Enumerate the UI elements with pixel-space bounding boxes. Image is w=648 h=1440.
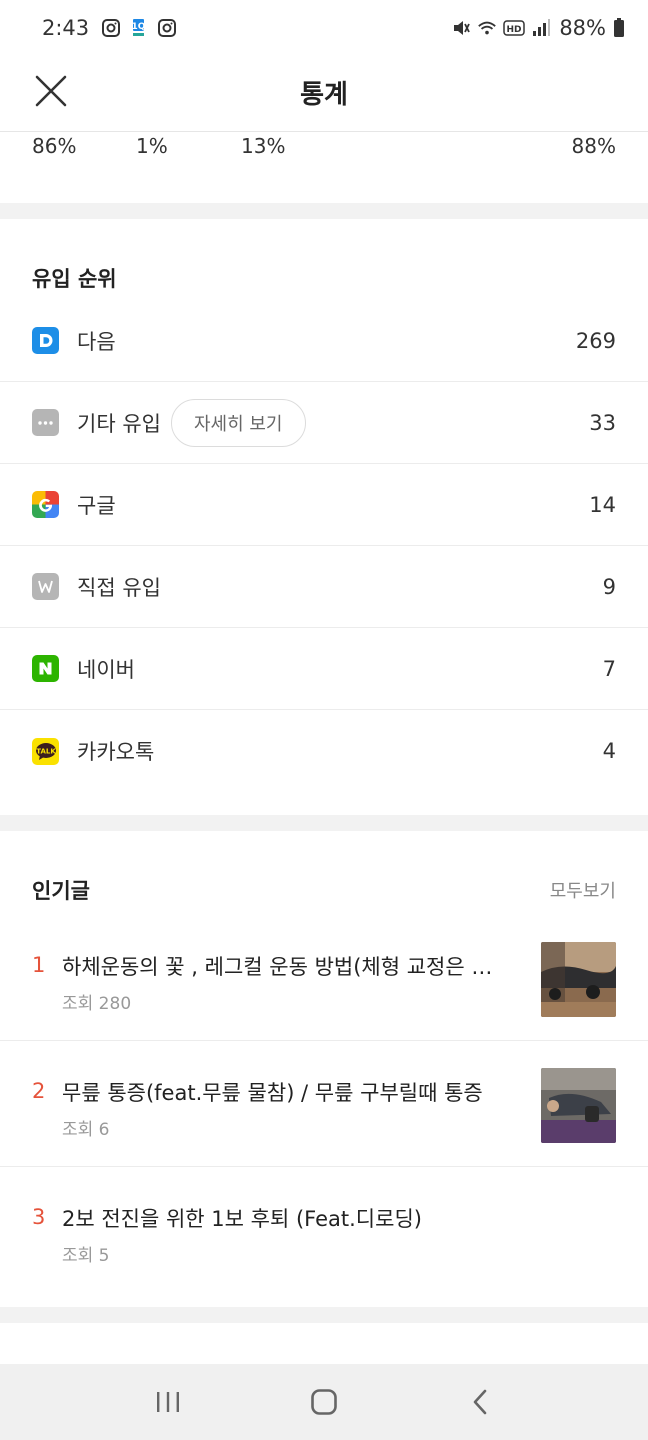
inflow-item-direct[interactable]: 직접 유입 9	[0, 546, 648, 628]
naver-icon	[32, 655, 59, 682]
stat-value: 1%	[136, 134, 168, 158]
inflow-count: 7	[602, 656, 616, 681]
stat-values-row: 86% 1% 13% 88%	[0, 132, 648, 202]
inflow-source-label: 직접 유입	[77, 575, 161, 600]
inflow-source-label: 구글	[77, 493, 116, 518]
post-title[interactable]: 하체운동의 꽃 , 레그컬 운동 방법(체형 교정은 …	[62, 951, 512, 981]
post-title[interactable]: 무릎 통증(feat.무릎 물참) / 무릎 구부릴때 통증	[62, 1077, 512, 1107]
inflow-list: 다음 269 기타 유입 자세히 보기 33 구글 14 직접 유입 9 네이버…	[0, 300, 648, 792]
inflow-count: 269	[575, 328, 616, 353]
more-icon	[32, 409, 59, 436]
see-all-link[interactable]: 모두보기	[550, 877, 616, 903]
home-button[interactable]	[294, 1372, 354, 1432]
inflow-count: 33	[589, 410, 616, 435]
inflow-count: 9	[602, 574, 616, 599]
signal-icon	[531, 18, 551, 38]
stat-value: 13%	[241, 134, 286, 158]
inflow-item-google[interactable]: 구글 14	[0, 464, 648, 546]
instagram-icon	[101, 18, 121, 38]
stat-value: 86%	[32, 134, 77, 158]
page-title: 통계	[300, 80, 348, 110]
battery-level: 88%	[559, 16, 606, 40]
svg-text:TALK: TALK	[36, 747, 56, 755]
inflow-item-daum[interactable]: 다음 269	[0, 300, 648, 382]
hd-icon: HD	[503, 18, 526, 38]
recent-apps-icon	[157, 1392, 179, 1412]
stat-value: 88%	[571, 134, 616, 158]
section-divider	[0, 1307, 648, 1323]
battery-icon	[612, 18, 626, 38]
post-views: 조회 280	[62, 994, 132, 1014]
recent-apps-button[interactable]	[138, 1372, 198, 1432]
inflow-section-title: 유입 순위	[32, 267, 117, 291]
mute-icon	[451, 18, 471, 38]
direct-icon	[32, 573, 59, 600]
status-bar: 2:43 1Q HD 88%	[0, 0, 648, 56]
post-rank: 3	[32, 1205, 46, 1229]
post-item[interactable]: 1 하체운동의 꽃 , 레그컬 운동 방법(체형 교정은 … 조회 280	[0, 915, 648, 1041]
inflow-item-kakaotalk[interactable]: TALK 카카오톡 4	[0, 710, 648, 792]
wifi-icon	[477, 18, 497, 38]
home-icon	[311, 1389, 337, 1415]
svg-text:HD: HD	[507, 25, 522, 35]
popular-section-title: 인기글	[32, 879, 90, 903]
inflow-item-naver[interactable]: 네이버 7	[0, 628, 648, 710]
inflow-source-label: 다음	[77, 329, 116, 354]
daum-icon	[32, 327, 59, 354]
app-header: 통계	[0, 56, 648, 132]
post-item[interactable]: 2 무릎 통증(feat.무릎 물참) / 무릎 구부릴때 통증 조회 6	[0, 1041, 648, 1167]
section-divider	[0, 203, 648, 219]
popular-post-list: 1 하체운동의 꽃 , 레그컬 운동 방법(체형 교정은 … 조회 280 2 …	[0, 915, 648, 1293]
inflow-item-other[interactable]: 기타 유입 자세히 보기 33	[0, 382, 648, 464]
post-views: 조회 5	[62, 1246, 110, 1266]
back-icon	[473, 1389, 487, 1415]
instagram-icon	[157, 18, 177, 38]
post-rank: 1	[32, 953, 46, 977]
post-item[interactable]: 3 2보 전진을 위한 1보 후퇴 (Feat.디로딩) 조회 5	[0, 1167, 648, 1293]
post-views: 조회 6	[62, 1120, 110, 1140]
inflow-source-label: 네이버	[77, 657, 135, 682]
view-details-button[interactable]: 자세히 보기	[170, 398, 306, 447]
inflow-count: 14	[589, 492, 616, 517]
app-badge-icon: 1Q	[129, 18, 149, 38]
post-thumbnail[interactable]	[541, 1068, 616, 1143]
svg-text:1Q: 1Q	[132, 22, 146, 32]
post-thumbnail[interactable]	[541, 942, 616, 1017]
inflow-count: 4	[602, 739, 616, 763]
post-rank: 2	[32, 1079, 46, 1103]
google-icon	[32, 491, 59, 518]
post-title[interactable]: 2보 전진을 위한 1보 후퇴 (Feat.디로딩)	[62, 1203, 512, 1233]
inflow-source-label: 기타 유입	[77, 411, 161, 436]
section-divider	[0, 815, 648, 831]
status-time: 2:43	[42, 16, 90, 40]
system-nav-bar	[0, 1364, 648, 1440]
back-button[interactable]	[450, 1372, 510, 1432]
kakaotalk-icon: TALK	[32, 737, 59, 765]
inflow-source-label: 카카오톡	[77, 740, 155, 764]
